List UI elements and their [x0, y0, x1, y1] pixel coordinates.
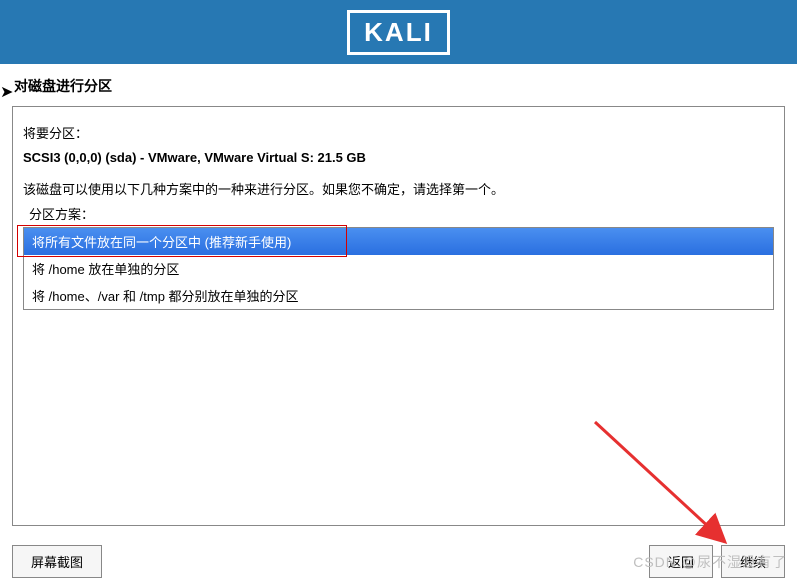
page-title: 对磁盘进行分区: [0, 64, 797, 106]
partition-label: 将要分区：: [23, 123, 774, 142]
main-panel: 将要分区： SCSI3 (0,0,0) (sda) - VMware, VMwa…: [12, 106, 785, 526]
scheme-option-list: 将所有文件放在同一个分区中 (推荐新手使用) 将 /home 放在单独的分区 将…: [23, 227, 774, 310]
footer-button-bar: 屏幕截图 返回 继续: [12, 545, 785, 578]
scheme-description: 该磁盘可以使用以下几种方案中的一种来进行分区。如果您不确定，请选择第一个。: [23, 179, 774, 198]
scheme-option-separate-home-var-tmp[interactable]: 将 /home、/var 和 /tmp 都分别放在单独的分区: [24, 282, 773, 309]
screenshot-button[interactable]: 屏幕截图: [12, 545, 102, 578]
kali-logo: KALI: [347, 10, 450, 55]
continue-button[interactable]: 继续: [721, 545, 785, 578]
disk-info: SCSI3 (0,0,0) (sda) - VMware, VMware Vir…: [23, 150, 774, 165]
scheme-option-separate-home[interactable]: 将 /home 放在单独的分区: [24, 255, 773, 282]
scheme-option-all-in-one[interactable]: 将所有文件放在同一个分区中 (推荐新手使用): [24, 228, 773, 255]
back-button[interactable]: 返回: [649, 545, 713, 578]
header-banner: KALI: [0, 0, 797, 64]
scheme-label: 分区方案：: [29, 204, 774, 223]
